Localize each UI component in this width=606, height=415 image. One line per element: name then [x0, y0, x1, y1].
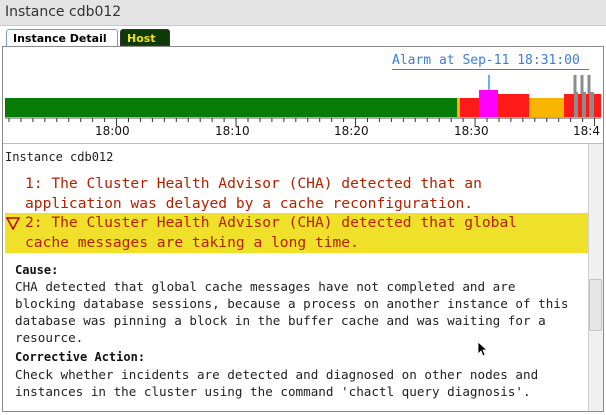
cause-heading: Cause: — [15, 263, 59, 277]
axis-label-1800: 18:00 — [95, 124, 130, 138]
status-segment-critical — [586, 94, 589, 117]
status-segment-critical — [578, 94, 582, 117]
scrollbar-thumb[interactable] — [589, 279, 602, 331]
alarm-link[interactable]: Alarm at Sep-11 18:31:00 — [392, 53, 580, 68]
incident-1[interactable]: 1: The Cluster Health Advisor (CHA) dete… — [25, 174, 482, 214]
tab-instance-detail[interactable]: Instance Detail — [6, 29, 118, 46]
incident-2-text: 2: The Cluster Health Advisor (CHA) dete… — [25, 214, 518, 251]
axis-label-1820: 18:20 — [334, 124, 369, 138]
instance-label: Instance cdb012 — [5, 150, 114, 164]
corrective-action-heading: Corrective Action: — [15, 350, 146, 364]
cause-text: CHA detected that global cache messages … — [15, 279, 569, 345]
axis-label-1830: 18:30 — [454, 124, 489, 138]
expanded-triangle-icon[interactable] — [6, 216, 20, 230]
corrective-action-text: Check whether incidents are detected and… — [15, 367, 539, 399]
status-segment-critical — [498, 94, 529, 117]
alarm-link-underline — [392, 69, 589, 70]
axis-label-1840: 18:4 — [573, 124, 600, 138]
tab-strip: Instance Detail Host — [0, 26, 606, 47]
window-title: Instance cdb012 — [5, 4, 122, 20]
axis-label-1810: 18:10 — [215, 124, 250, 138]
status-segment-ok — [5, 98, 457, 117]
status-segment-unknown — [582, 92, 586, 117]
window-title-bar: Instance cdb012 — [0, 0, 606, 26]
status-segment-unknown — [574, 92, 578, 117]
vertical-scrollbar[interactable] — [588, 144, 603, 411]
timeline-panel[interactable]: Alarm at Sep-11 18:31:00 18:00 18:10 18:… — [3, 47, 603, 144]
status-segment-selected — [479, 90, 498, 117]
status-segment-warning — [529, 98, 564, 117]
content-panel: Alarm at Sep-11 18:31:00 18:00 18:10 18:… — [2, 46, 604, 412]
mouse-pointer-icon — [477, 341, 489, 357]
incident-2-selected[interactable]: 2: The Cluster Health Advisor (CHA) dete… — [5, 213, 601, 253]
status-segment-critical — [460, 98, 479, 117]
status-segment-unknown — [589, 92, 594, 117]
status-segment-critical — [564, 94, 574, 117]
status-segment-critical — [594, 94, 601, 117]
status-segment-warning — [457, 98, 460, 117]
tab-host[interactable]: Host — [120, 29, 170, 46]
